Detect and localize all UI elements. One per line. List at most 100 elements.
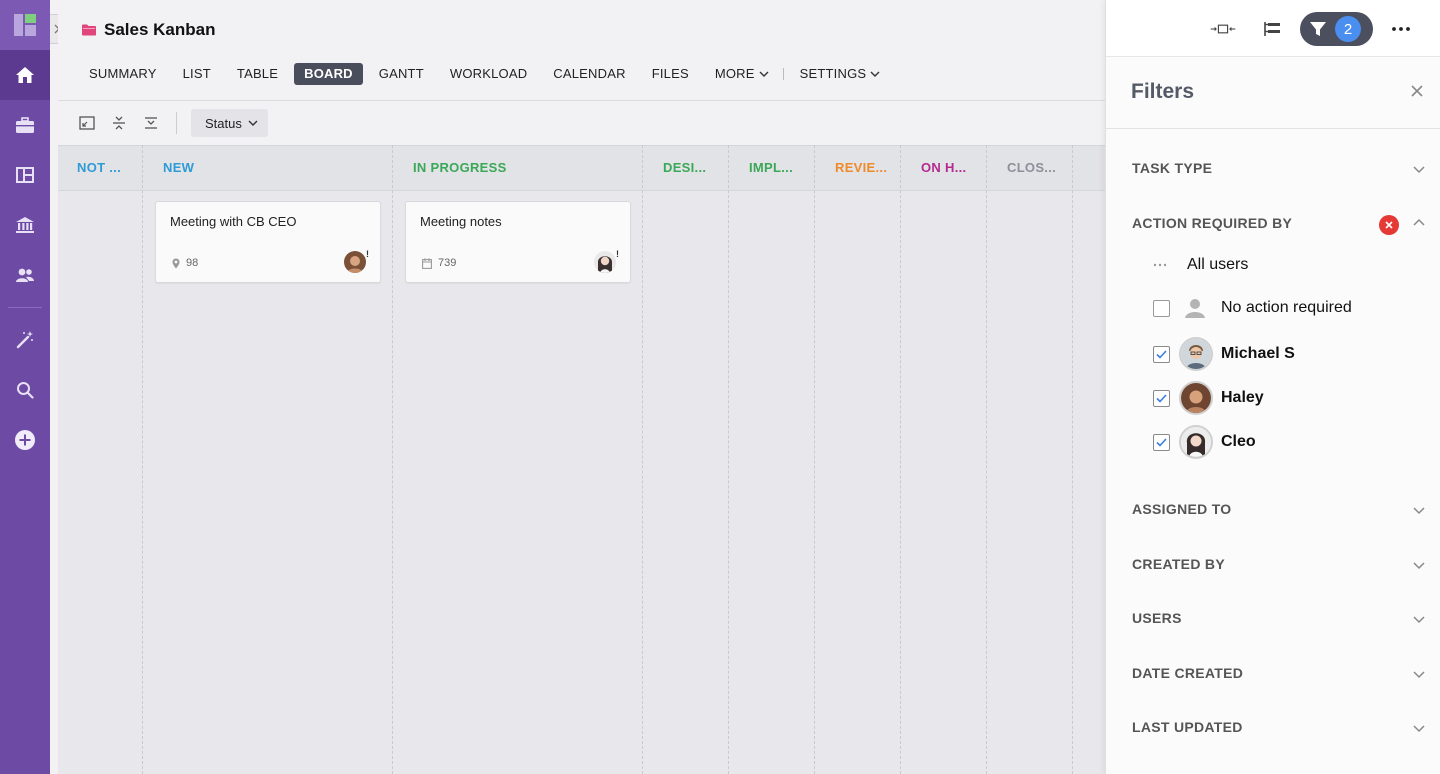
column-header[interactable]: ON H... [921, 160, 966, 175]
tab-files[interactable]: FILES [642, 63, 699, 85]
more-options-button[interactable] [1388, 16, 1414, 42]
option-label: Michael S [1221, 345, 1295, 362]
tab-list[interactable]: LIST [173, 63, 221, 85]
column-header[interactable]: IMPL... [749, 160, 793, 175]
assignee-avatar[interactable] [594, 251, 616, 273]
column-header[interactable]: NEW [163, 160, 194, 175]
rail-dashboards[interactable] [0, 150, 50, 200]
rail-automation[interactable] [0, 315, 50, 365]
checkbox[interactable] [1153, 299, 1170, 317]
avatar [1179, 425, 1213, 459]
filter-section-users[interactable]: USERS [1132, 610, 1182, 626]
expand-section-button[interactable] [1412, 503, 1426, 517]
filter-section-assigned-to[interactable]: ASSIGNED TO [1132, 501, 1232, 517]
checkbox-checked[interactable] [1153, 433, 1170, 451]
rail-create[interactable] [0, 415, 50, 465]
filter-section-date-created[interactable]: DATE CREATED [1132, 665, 1243, 681]
magic-wand-icon [16, 331, 33, 349]
logo-icon [14, 14, 36, 36]
home-icon [16, 67, 34, 83]
column-header[interactable]: CLOS... [1007, 160, 1056, 175]
clear-section-button[interactable] [1379, 215, 1399, 235]
option-no-action-required[interactable]: No action required [1153, 297, 1352, 319]
rail-home[interactable] [0, 50, 50, 100]
tab-more-label: MORE [714, 66, 755, 81]
column-header[interactable]: IN PROGRESS [413, 160, 507, 175]
filter-section-task-type[interactable]: TASK TYPE [1132, 160, 1212, 176]
toolbar-separator [176, 112, 177, 134]
column-header[interactable]: REVIE... [835, 160, 887, 175]
people-icon [16, 268, 34, 282]
tab-settings[interactable]: SETTINGS [790, 63, 891, 85]
group-by-dropdown[interactable]: Status [191, 109, 268, 137]
collapse-to-center-icon [1210, 24, 1236, 34]
expand-all-button[interactable] [140, 110, 162, 136]
option-label: Cleo [1221, 433, 1256, 450]
task-id: 98 [186, 257, 199, 269]
priority-indicator: ! [616, 249, 619, 259]
collapse-panel-button[interactable] [1210, 16, 1236, 42]
checkmark-icon [1156, 393, 1167, 403]
board-column-closed: CLOS... [987, 145, 1073, 774]
plus-circle-icon [15, 430, 35, 450]
hierarchy-button[interactable] [1259, 16, 1285, 42]
tab-calendar[interactable]: CALENDAR [543, 63, 635, 85]
option-label: Haley [1221, 389, 1264, 406]
task-meta: 739 [422, 257, 456, 269]
tab-more[interactable]: MORE [705, 63, 779, 85]
tab-summary[interactable]: SUMMARY [79, 63, 167, 85]
rail-search[interactable] [0, 365, 50, 415]
chevron-down-icon [1413, 166, 1425, 174]
tab-workload[interactable]: WORKLOAD [440, 63, 537, 85]
group-by-label: Status [205, 115, 242, 131]
assignee-avatar[interactable] [344, 251, 366, 273]
expand-section-button[interactable] [1412, 612, 1426, 626]
option-user-michael[interactable]: Michael S [1153, 337, 1295, 371]
checkbox-checked[interactable] [1153, 389, 1170, 407]
checkbox-checked[interactable] [1153, 345, 1170, 363]
expand-section-button[interactable] [1412, 667, 1426, 681]
avatar-haley-icon [344, 251, 366, 273]
column-header[interactable]: NOT ... [77, 160, 121, 175]
tab-gantt[interactable]: GANTT [369, 63, 434, 85]
column-header[interactable]: DESI... [663, 160, 706, 175]
rail-workspace[interactable] [0, 200, 50, 250]
panel-toolbar: 2 [1106, 0, 1440, 57]
task-title: Meeting with CB CEO [170, 214, 297, 229]
collapse-all-button[interactable] [108, 110, 130, 136]
option-user-haley[interactable]: Haley [1153, 381, 1264, 415]
filter-section-last-updated[interactable]: LAST UPDATED [1132, 719, 1243, 735]
task-card[interactable]: Meeting notes 739 ! [405, 201, 631, 283]
rail-users[interactable] [0, 250, 50, 300]
filter-section-created-by[interactable]: CREATED BY [1132, 556, 1225, 572]
fullscreen-button[interactable] [76, 110, 98, 136]
board-column-not-started: NOT ... [58, 145, 143, 774]
board-toolbar: Status [76, 109, 268, 137]
expand-rows-icon [145, 117, 157, 129]
bank-icon [16, 217, 34, 233]
chevron-down-icon [1413, 507, 1425, 515]
filter-section-action-required-by[interactable]: ACTION REQUIRED BY [1132, 215, 1292, 231]
calendar-icon [422, 257, 432, 269]
task-meta: 98 [172, 257, 198, 269]
tab-table[interactable]: TABLE [227, 63, 288, 85]
chevron-down-icon [248, 120, 258, 126]
collapse-section-button[interactable] [1412, 216, 1426, 230]
toolbar-divider [58, 100, 1105, 101]
task-title: Meeting notes [420, 214, 502, 229]
close-panel-button[interactable] [1408, 82, 1426, 100]
board-column-implementation: IMPL... [729, 145, 815, 774]
option-all-users[interactable]: All users [1153, 256, 1248, 274]
expand-section-button[interactable] [1412, 721, 1426, 735]
expand-section-button[interactable] [1412, 162, 1426, 176]
tab-board[interactable]: BOARD [294, 63, 363, 85]
filter-toggle-button[interactable]: 2 [1300, 12, 1373, 46]
hierarchy-icon [1264, 22, 1280, 36]
avatar-cleo-icon [1181, 427, 1211, 457]
rail-portfolio[interactable] [0, 100, 50, 150]
option-user-cleo[interactable]: Cleo [1153, 425, 1256, 459]
left-nav-rail [0, 0, 50, 774]
app-logo[interactable] [0, 0, 50, 50]
expand-section-button[interactable] [1412, 558, 1426, 572]
task-card[interactable]: Meeting with CB CEO 98 ! [155, 201, 381, 283]
